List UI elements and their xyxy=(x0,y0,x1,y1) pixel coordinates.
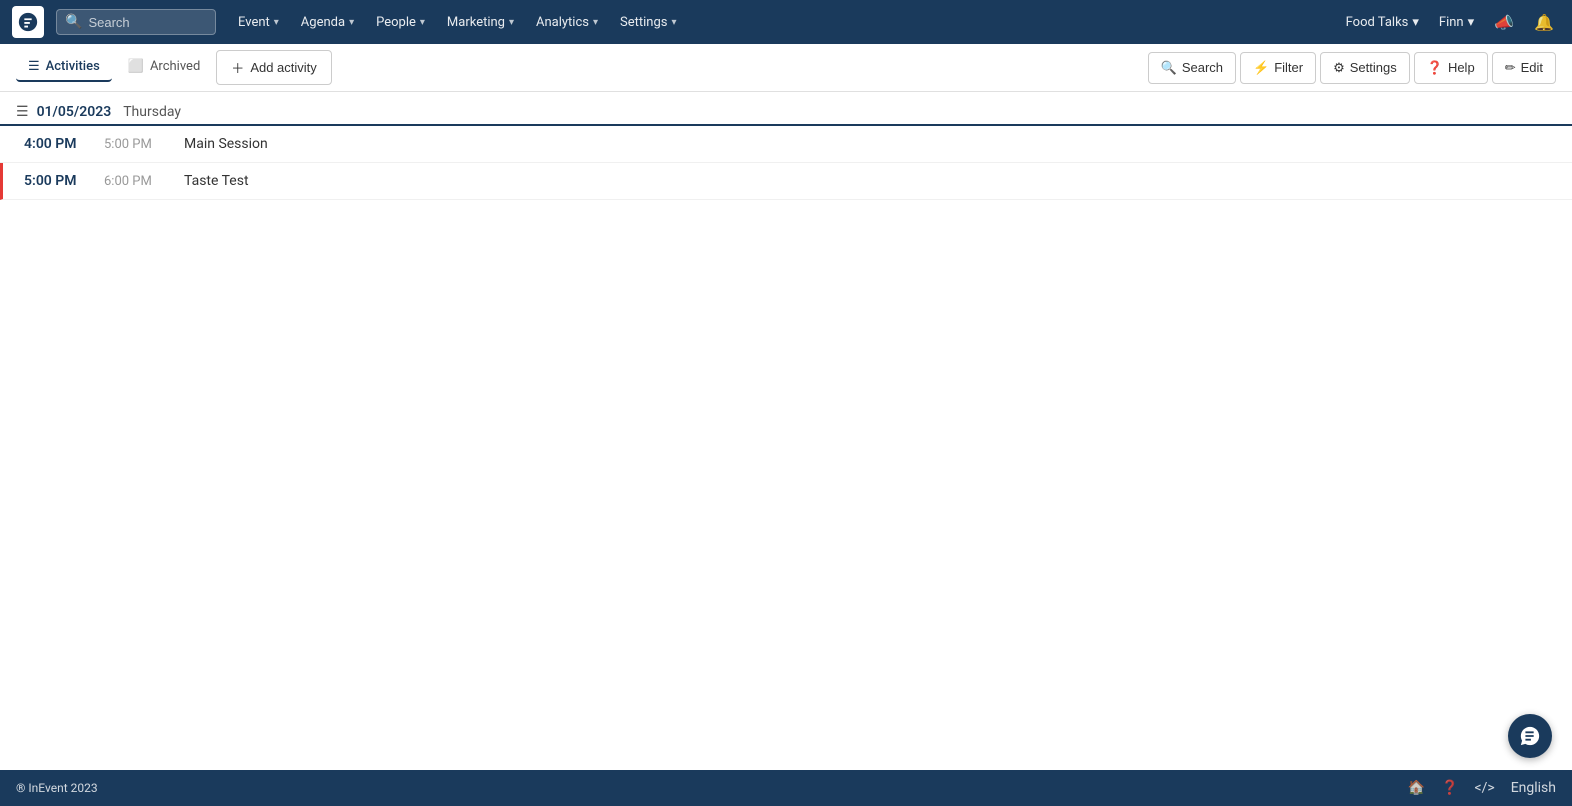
nav-item-settings-label: Settings xyxy=(620,15,667,30)
nav-item-people-label: People xyxy=(376,15,416,30)
footer-right: 🏠 ❓ </> English xyxy=(1408,780,1556,796)
help-icon: ❓ xyxy=(1427,60,1443,76)
tab-archived-label: Archived xyxy=(150,59,200,74)
search-icon: 🔍 xyxy=(65,14,82,30)
home-icon[interactable]: 🏠 xyxy=(1408,780,1425,796)
top-navigation: 🔍 Event ▾ Agenda ▾ People ▾ Marketing ▾ … xyxy=(0,0,1572,44)
nav-item-marketing-label: Marketing xyxy=(447,15,505,30)
copyright-text: ® InEvent 2023 xyxy=(16,781,98,795)
nav-right: Food Talks ▾ Finn ▾ 📣 🔔 xyxy=(1340,9,1560,36)
main-content: ☰ 01/05/2023 Thursday 4:00 PM 5:00 PM Ma… xyxy=(0,92,1572,770)
tab-archived[interactable]: ⬜ Archived xyxy=(116,53,213,82)
tab-activities[interactable]: ☰ Activities xyxy=(16,53,112,82)
nav-items: Event ▾ Agenda ▾ People ▾ Marketing ▾ An… xyxy=(228,9,1336,36)
help-button[interactable]: ❓ Help xyxy=(1414,52,1488,84)
search-icon: 🔍 xyxy=(1161,60,1177,76)
nav-item-marketing[interactable]: Marketing ▾ xyxy=(437,9,524,36)
activity-name: Main Session xyxy=(184,136,1556,152)
activity-end-time: 5:00 PM xyxy=(104,137,184,152)
edit-icon: ✏ xyxy=(1505,60,1516,76)
chevron-down-icon: ▾ xyxy=(349,17,354,28)
add-activity-button[interactable]: ＋ Add activity xyxy=(216,50,332,85)
search-button-label: Search xyxy=(1182,60,1223,75)
chevron-down-icon: ▾ xyxy=(593,17,598,28)
toolbar: ☰ Activities ⬜ Archived ＋ Add activity 🔍… xyxy=(0,44,1572,92)
activity-end-time: 6:00 PM xyxy=(104,174,184,189)
chevron-down-icon: ▾ xyxy=(420,17,425,28)
chevron-down-icon: ▾ xyxy=(1412,15,1419,30)
language-selector[interactable]: English xyxy=(1511,780,1556,796)
edit-button[interactable]: ✏ Edit xyxy=(1492,52,1556,84)
toolbar-left: ☰ Activities ⬜ Archived ＋ Add activity xyxy=(16,50,1144,85)
plus-icon: ＋ xyxy=(231,58,244,77)
code-icon[interactable]: </> xyxy=(1474,780,1494,796)
calendar-icon: ☰ xyxy=(28,59,40,74)
filter-button-label: Filter xyxy=(1274,60,1303,75)
date-header: ☰ 01/05/2023 Thursday xyxy=(0,92,1572,126)
nav-item-event-label: Event xyxy=(238,15,270,30)
filter-icon: ⚡ xyxy=(1253,60,1269,76)
settings-button-label: Settings xyxy=(1350,60,1397,75)
settings-icon: ⚙ xyxy=(1333,60,1345,76)
app-logo[interactable] xyxy=(12,6,44,38)
nav-item-event[interactable]: Event ▾ xyxy=(228,9,289,36)
user-name-button[interactable]: Finn ▾ xyxy=(1433,11,1480,34)
search-input[interactable] xyxy=(88,15,207,30)
event-name-button[interactable]: Food Talks ▾ xyxy=(1340,11,1425,34)
activity-row[interactable]: 5:00 PM 6:00 PM Taste Test xyxy=(0,163,1572,200)
chevron-down-icon: ▾ xyxy=(672,17,677,28)
chevron-down-icon: ▾ xyxy=(1468,15,1475,30)
activity-row[interactable]: 4:00 PM 5:00 PM Main Session xyxy=(0,126,1572,163)
toolbar-right: 🔍 Search ⚡ Filter ⚙ Settings ❓ Help ✏ Ed… xyxy=(1148,52,1556,84)
agenda-day: Thursday xyxy=(123,104,181,120)
chat-bubble-button[interactable] xyxy=(1508,714,1552,758)
chevron-down-icon: ▾ xyxy=(274,17,279,28)
user-name-label: Finn xyxy=(1439,15,1464,30)
edit-button-label: Edit xyxy=(1521,60,1543,75)
activity-start-time: 4:00 PM xyxy=(24,136,104,152)
filter-button[interactable]: ⚡ Filter xyxy=(1240,52,1316,84)
chevron-down-icon: ▾ xyxy=(509,17,514,28)
event-name-label: Food Talks xyxy=(1346,15,1409,30)
nav-item-analytics-label: Analytics xyxy=(536,15,589,30)
nav-item-agenda[interactable]: Agenda ▾ xyxy=(291,9,364,36)
archive-icon: ⬜ xyxy=(128,59,144,74)
nav-item-settings[interactable]: Settings ▾ xyxy=(610,9,687,36)
nav-item-agenda-label: Agenda xyxy=(301,15,345,30)
megaphone-icon[interactable]: 📣 xyxy=(1488,9,1520,36)
tab-activities-label: Activities xyxy=(46,59,100,74)
settings-button[interactable]: ⚙ Settings xyxy=(1320,52,1410,84)
nav-item-analytics[interactable]: Analytics ▾ xyxy=(526,9,608,36)
question-icon[interactable]: ❓ xyxy=(1441,780,1458,796)
help-button-label: Help xyxy=(1448,60,1475,75)
activity-start-time: 5:00 PM xyxy=(24,173,104,189)
footer: ® InEvent 2023 🏠 ❓ </> English xyxy=(0,770,1572,806)
add-activity-label: Add activity xyxy=(250,60,316,75)
activity-name: Taste Test xyxy=(184,173,1556,189)
collapse-button[interactable]: ☰ xyxy=(16,104,29,120)
search-button[interactable]: 🔍 Search xyxy=(1148,52,1236,84)
agenda-date: 01/05/2023 xyxy=(37,104,112,120)
search-bar[interactable]: 🔍 xyxy=(56,9,216,35)
nav-item-people[interactable]: People ▾ xyxy=(366,9,435,36)
bell-icon[interactable]: 🔔 xyxy=(1528,9,1560,36)
